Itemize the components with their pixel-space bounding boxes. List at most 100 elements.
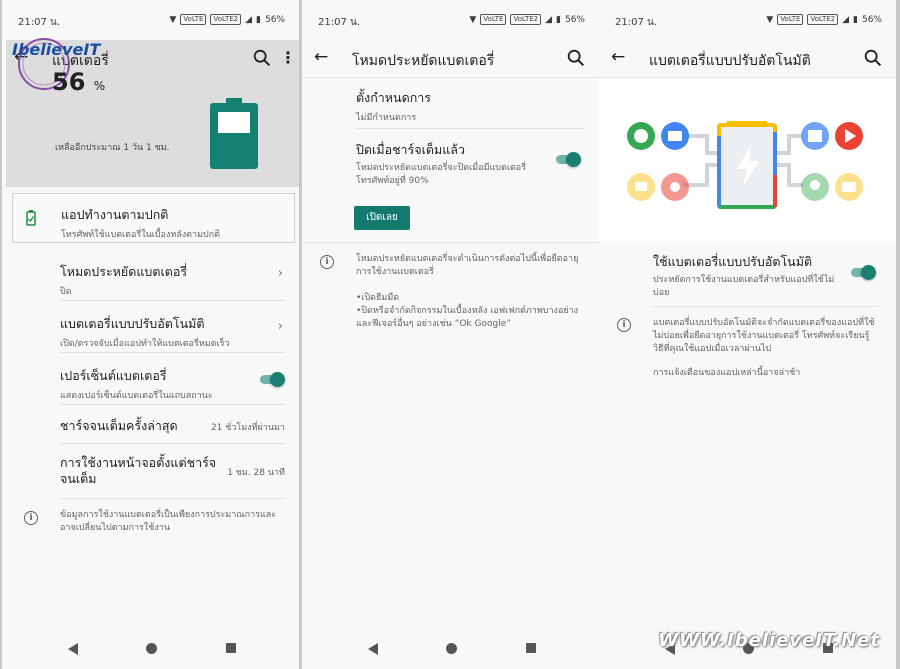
- nav-back-icon[interactable]: [68, 643, 78, 655]
- adaptive-battery-subtitle: เปิด/ตรวจจับเมื่อแอปทำให้แบตเตอรี่หมดเร็…: [60, 339, 230, 349]
- site-logo-text: IbelieveIT: [12, 40, 101, 59]
- percent-sign: %: [93, 79, 106, 93]
- volte-icon: VoLTE: [480, 14, 507, 25]
- wifi-icon: ▼: [469, 14, 477, 25]
- turn-off-when-charged-subtitle: โหมดประหยัดแบตเตอรี่จะปิดเมื่อมีแบตเตอรี…: [356, 163, 527, 186]
- search-icon[interactable]: [565, 47, 587, 69]
- battery-percent: 56 %: [52, 68, 105, 96]
- back-arrow-icon[interactable]: ←: [314, 49, 328, 66]
- divider: [60, 300, 285, 301]
- turn-on-now-button[interactable]: เปิดเลย: [354, 206, 410, 230]
- use-adaptive-battery-item[interactable]: ใช้แบตเตอรี่แบบปรับอัตโนมัติ ประหยัดการใ…: [599, 252, 896, 298]
- app-bar: ← โหมดประหยัดแบตเตอรี่: [302, 40, 599, 78]
- battery-percentage-toggle[interactable]: [257, 370, 285, 388]
- nav-recents-icon[interactable]: [526, 643, 536, 653]
- status-time: 21:07 น.: [318, 17, 361, 28]
- saver-info-limits: •ปิดหรือจำกัดกิจกรรมในเบื้องหลัง เอฟเฟกต…: [356, 306, 579, 329]
- app-normal-subtitle: โทรศัพท์ใช้แบตเตอรี่ในเบื้องหลังตามปกติ: [61, 230, 221, 240]
- battery-saver-title: โหมดประหยัดแบตเตอรี่: [60, 264, 188, 279]
- nav-home-icon[interactable]: [446, 643, 457, 654]
- battery-percent-value: 56: [52, 68, 86, 96]
- nav-bar: [302, 629, 599, 669]
- screen-usage-item: การใช้งานหน้าจอตั้งแต่ชาร์จจนเต็ม 1 ชม. …: [2, 453, 299, 497]
- volte-icon: VoLTE: [777, 14, 804, 25]
- adaptive-info-text: แบตเตอรี่แบบปรับอัตโนมัติจะจำกัดแบตเตอรี…: [653, 318, 875, 354]
- toggle-knob: [566, 152, 581, 167]
- search-icon[interactable]: [862, 47, 884, 69]
- last-full-charge-item: ชาร์จจนเต็มครั้งล่าสุด 21 ชั่วโมงที่ผ่าน…: [2, 414, 299, 444]
- info-icon: i: [617, 318, 631, 332]
- page-title: แบตเตอรี่แบบปรับอัตโนมัติ: [649, 53, 811, 69]
- status-bar: 21:07 น. ▼ VoLTE VoLTE2 ◢ ▮ 56%: [599, 0, 896, 40]
- divider: [653, 306, 878, 307]
- use-adaptive-battery-subtitle: ประหยัดการใช้งานแบตเตอรี่สำหรับแอปที่ใช้…: [653, 275, 835, 298]
- battery-percentage-subtitle: แสดงเปอร์เซ็นต์แบตเตอรี่ในแถบสถานะ: [60, 391, 213, 401]
- toggle-knob: [861, 265, 876, 280]
- signal-icon: ◢: [245, 14, 253, 25]
- adaptive-battery-illustration: [627, 121, 863, 209]
- adaptive-battery-toggle[interactable]: [848, 263, 876, 281]
- turn-off-when-charged-item[interactable]: ปิดเมื่อชาร์จเต็มแล้ว โหมดประหยัดแบตเตอร…: [302, 140, 599, 186]
- battery-percent-text: 56%: [264, 14, 285, 25]
- back-arrow-icon[interactable]: ←: [611, 49, 625, 66]
- signal-icon: ◢: [842, 14, 850, 25]
- adaptive-battery-item[interactable]: แบตเตอรี่แบบปรับอัตโนมัติ เปิด/ตรวจจับเม…: [2, 311, 299, 351]
- status-bar: 21:07 น. ▼ VoLTE VoLTE2 ◢ ▮ 56%: [302, 0, 599, 40]
- page-title: โหมดประหยัดแบตเตอรี่: [352, 53, 495, 69]
- app-normal-card[interactable]: แอปทำงานตามปกติ โทรศัพท์ใช้แบตเตอรี่ในเบ…: [12, 193, 295, 243]
- battery-percentage-title: เปอร์เซ็นต์แบตเตอรี่: [60, 368, 167, 383]
- remaining-time: เหลืออีกประมาณ 1 วัน 1 ชม.: [55, 143, 170, 153]
- divider: [60, 443, 285, 444]
- divider: [60, 352, 285, 353]
- battery-status-icon: ▮: [556, 14, 561, 25]
- adaptive-info-delay: การแจ้งเตือนของแอปเหล่านี้อาจล่าช้า: [653, 368, 801, 378]
- app-bar: ← แบตเตอรี่แบบปรับอัตโนมัติ: [599, 40, 896, 78]
- nav-home-icon[interactable]: [146, 643, 157, 654]
- battery-status-icon: ▮: [256, 14, 261, 25]
- chevron-right-icon: ›: [277, 319, 283, 334]
- nav-back-icon[interactable]: [368, 643, 378, 655]
- battery-percent-text: 56%: [861, 14, 882, 25]
- app-normal-title: แอปทำงานตามปกติ: [61, 207, 169, 222]
- wifi-icon: ▼: [169, 14, 177, 25]
- status-icons: ▼ VoLTE VoLTE2 ◢ ▮ 56%: [766, 14, 882, 25]
- nav-bar: [2, 629, 299, 669]
- battery-screen: 21:07 น. ▼ VoLTE VoLTE2 ◢ ▮ 56% ← แบตเตอ…: [2, 0, 299, 669]
- volte2-icon: VoLTE2: [807, 14, 839, 25]
- battery-percent-text: 56%: [564, 14, 585, 25]
- status-time: 21:07 น.: [615, 17, 658, 28]
- battery-status-icon: ▮: [853, 14, 858, 25]
- turn-off-when-charged-title: ปิดเมื่อชาร์จเต็มแล้ว: [356, 142, 465, 157]
- chevron-right-icon: ›: [277, 266, 283, 281]
- signal-icon: ◢: [545, 14, 553, 25]
- turn-off-when-charged-toggle[interactable]: [553, 150, 581, 168]
- search-icon[interactable]: [251, 47, 273, 69]
- nav-recents-icon[interactable]: [226, 643, 236, 653]
- schedule-item[interactable]: ตั้งกำหนดการ ไม่มีกำหนดการ: [302, 88, 599, 126]
- use-adaptive-battery-title: ใช้แบตเตอรี่แบบปรับอัตโนมัติ: [653, 254, 813, 269]
- saver-info-text: โหมดประหยัดแบตเตอรี่จะดำเนินการดังต่อไปน…: [356, 254, 579, 277]
- battery-percentage-item[interactable]: เปอร์เซ็นต์แบตเตอรี่ แสดงเปอร์เซ็นต์แบตเ…: [2, 363, 299, 403]
- adaptive-battery-title: แบตเตอรี่แบบปรับอัตโนมัติ: [60, 316, 205, 331]
- illustration-panel: [599, 79, 896, 241]
- divider: [302, 242, 599, 243]
- status-time: 21:07 น.: [18, 17, 61, 28]
- battery-saver-item[interactable]: โหมดประหยัดแบตเตอรี่ ปิด ›: [2, 258, 299, 298]
- screen-usage-title: การใช้งานหน้าจอตั้งแต่ชาร์จจนเต็ม: [60, 455, 217, 486]
- schedule-title: ตั้งกำหนดการ: [356, 90, 432, 105]
- more-options-icon[interactable]: ⋮: [280, 48, 296, 67]
- site-watermark: WWW.IbelieveIT.Net: [658, 630, 880, 651]
- volte2-icon: VoLTE2: [210, 14, 242, 25]
- status-icons: ▼ VoLTE VoLTE2 ◢ ▮ 56%: [469, 14, 585, 25]
- wifi-icon: ▼: [766, 14, 774, 25]
- battery-saver-screen: 21:07 น. ▼ VoLTE VoLTE2 ◢ ▮ 56% ← โหมดปร…: [302, 0, 599, 669]
- volte2-icon: VoLTE2: [510, 14, 542, 25]
- screenshot-collage: 21:07 น. ▼ VoLTE VoLTE2 ◢ ▮ 56% ← แบตเตอ…: [0, 0, 900, 669]
- divider: [60, 498, 285, 499]
- schedule-subtitle: ไม่มีกำหนดการ: [356, 113, 417, 123]
- battery-check-icon: [26, 210, 36, 226]
- last-full-charge-value: 21 ชั่วโมงที่ผ่านมา: [210, 423, 285, 433]
- usage-info-text: ข้อมูลการใช้งานแบตเตอรี่เป็นเพียงการประม…: [60, 510, 277, 533]
- divider: [356, 128, 585, 129]
- battery-large-icon: [210, 98, 258, 169]
